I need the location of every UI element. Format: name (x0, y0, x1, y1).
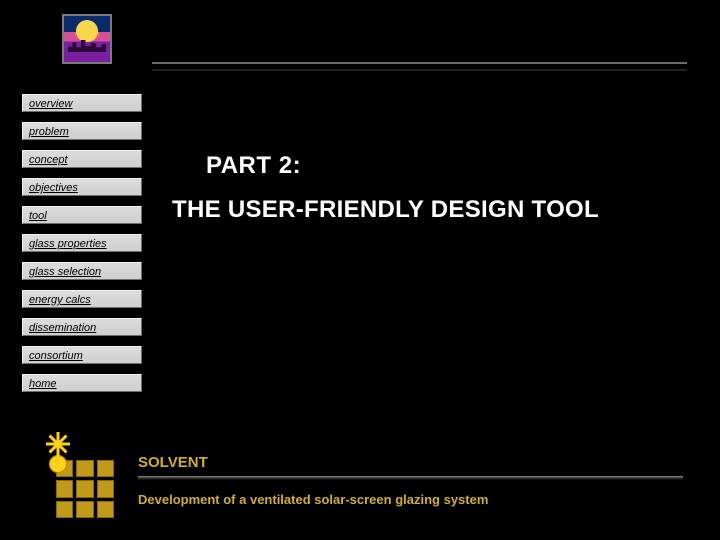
footer-divider (138, 476, 683, 480)
logo-sun (76, 20, 98, 42)
project-logo (62, 14, 112, 64)
nav-item-overview[interactable]: overview (22, 94, 142, 112)
footer-tagline: Development of a ventilated solar-screen… (138, 492, 488, 507)
slide-title-line2: THE USER-FRIENDLY DESIGN TOOL (172, 196, 599, 224)
nav-item-glass-properties[interactable]: glass properties (22, 234, 142, 252)
nav-item-energy-calcs[interactable]: energy calcs (22, 290, 142, 308)
nav-item-problem[interactable]: problem (22, 122, 142, 140)
nav-item-objectives[interactable]: objectives (22, 178, 142, 196)
nav-item-consortium[interactable]: consortium (22, 346, 142, 364)
footer-logo (28, 434, 118, 524)
nav-item-home[interactable]: home (22, 374, 142, 392)
sidebar-nav: overview problem concept objectives tool… (22, 94, 142, 402)
slide-title-line1: PART 2: (206, 152, 301, 180)
footer-brand: SOLVENT (138, 454, 208, 471)
nav-item-dissemination[interactable]: dissemination (22, 318, 142, 336)
nav-item-glass-selection[interactable]: glass selection (22, 262, 142, 280)
footer-logo-sun (38, 444, 78, 484)
nav-item-tool[interactable]: tool (22, 206, 142, 224)
header-divider (152, 62, 687, 71)
nav-item-concept[interactable]: concept (22, 150, 142, 168)
